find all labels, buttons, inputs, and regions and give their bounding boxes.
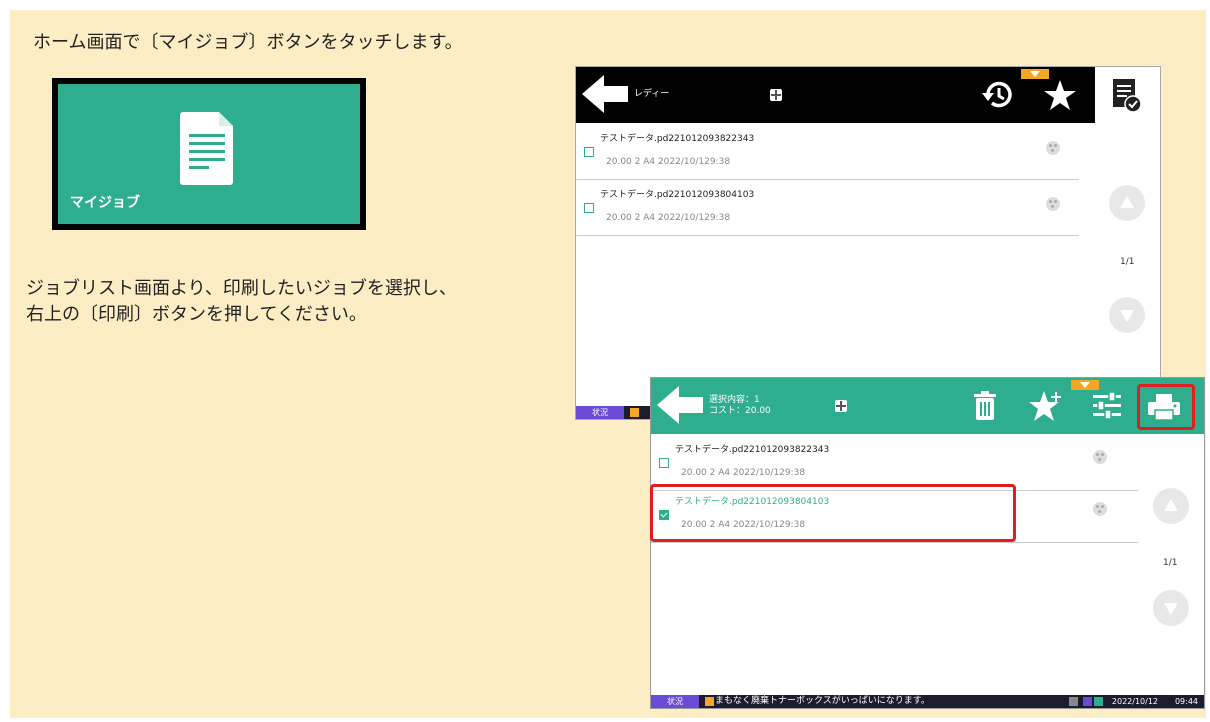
job-checkbox[interactable] — [584, 203, 594, 213]
joblist-screen: レディー テストデータ.pd221012093822343 20.00 2 A4 — [575, 66, 1161, 420]
job-name: テストデータ.pd221012093822343 — [675, 445, 830, 455]
toolbar-expand-tab[interactable] — [1021, 69, 1049, 79]
scroll-down-button[interactable] — [1109, 297, 1145, 333]
page-indicator: 1/1 — [1163, 558, 1178, 568]
job-checkbox[interactable] — [584, 147, 594, 157]
toolbar-expand-tab[interactable] — [1071, 380, 1099, 390]
selection-toolbar: 選択内容：1 コスト：20.00 — [651, 378, 1204, 434]
job-meta: 20.00 2 A4 2022/10/129:38 — [606, 213, 731, 223]
color-palette-icon — [1046, 141, 1060, 155]
scroll-up-button[interactable] — [1153, 488, 1189, 524]
selection-cost: コスト：20.00 — [709, 406, 771, 416]
status-bar: 状況 まもなく廃棄トナーボックスがいっぱいになります。 2022/10/12 0… — [651, 695, 1204, 708]
history-icon[interactable] — [980, 79, 1014, 111]
instruction-step2: ジョブリスト画面より、印刷したいジョブを選択し、 右上の〔印刷〕ボタンを押してく… — [26, 276, 457, 328]
myjob-home-button[interactable]: マイジョブ — [52, 78, 366, 230]
instruction-step1: ホーム画面で〔マイジョブ〕ボタンをタッチします。 — [33, 32, 463, 53]
myjob-label: マイジョブ — [70, 195, 140, 211]
grid-icon[interactable] — [770, 89, 782, 101]
selected-job-highlight — [650, 484, 1016, 542]
back-arrow-icon[interactable] — [582, 75, 630, 113]
page-indicator: 1/1 — [1120, 257, 1135, 267]
color-palette-icon — [1093, 502, 1107, 516]
status-date: 2022/10/12 — [1111, 697, 1158, 706]
status-message: まもなく廃棄トナーボックスがいっぱいになります。 — [715, 696, 930, 706]
job-checkbox[interactable] — [659, 458, 669, 468]
trash-icon[interactable] — [973, 390, 997, 422]
toner-icon — [1069, 697, 1078, 706]
job-meta: 20.00 2 A4 2022/10/129:38 — [606, 157, 731, 167]
star-icon[interactable] — [1043, 79, 1077, 111]
joblist-toolbar: レディー — [576, 67, 1160, 123]
color-palette-icon — [1046, 197, 1060, 211]
myjob-check-icon — [1113, 79, 1142, 113]
print-button-highlight — [1137, 384, 1195, 430]
job-meta: 20.00 2 A4 2022/10/129:38 — [681, 468, 806, 478]
grid-icon[interactable] — [835, 400, 847, 412]
job-row[interactable]: テストデータ.pd221012093822343 20.00 2 A4 2022… — [651, 436, 1138, 491]
warning-icon — [630, 408, 639, 417]
joblist-selected-screen: 選択内容：1 コスト：20.00 テストデータ.pd22101209382234… — [650, 377, 1205, 709]
myjob-tab[interactable] — [1095, 67, 1160, 123]
selection-count: 選択内容：1 — [709, 395, 760, 405]
status-ready: レディー — [634, 89, 670, 99]
job-name: テストデータ.pd221012093822343 — [600, 134, 755, 144]
star-add-icon[interactable] — [1029, 390, 1065, 422]
scroll-down-button[interactable] — [1153, 590, 1189, 626]
status-state-button[interactable]: 状況 — [651, 695, 699, 708]
settings-sliders-icon[interactable] — [1091, 390, 1123, 422]
instruction-step2-line1: ジョブリスト画面より、印刷したいジョブを選択し、 — [26, 278, 457, 299]
job-row[interactable]: テストデータ.pd221012093804103 20.00 2 A4 2022… — [576, 181, 1079, 236]
status-time: 09:44 — [1174, 697, 1198, 706]
instruction-step2-line2: 右上の〔印刷〕ボタンを押してください。 — [26, 304, 367, 325]
document-icon — [180, 112, 233, 185]
color-palette-icon — [1093, 450, 1107, 464]
scroll-up-button[interactable] — [1109, 185, 1145, 221]
job-name: テストデータ.pd221012093804103 — [600, 190, 755, 200]
status-state-button[interactable]: 状況 — [576, 406, 624, 419]
warning-icon — [705, 697, 714, 706]
back-arrow-icon[interactable] — [657, 386, 705, 424]
network-icon — [1083, 697, 1092, 706]
job-row[interactable]: テストデータ.pd221012093822343 20.00 2 A4 2022… — [576, 125, 1079, 180]
status-ok-icon — [1094, 697, 1103, 706]
